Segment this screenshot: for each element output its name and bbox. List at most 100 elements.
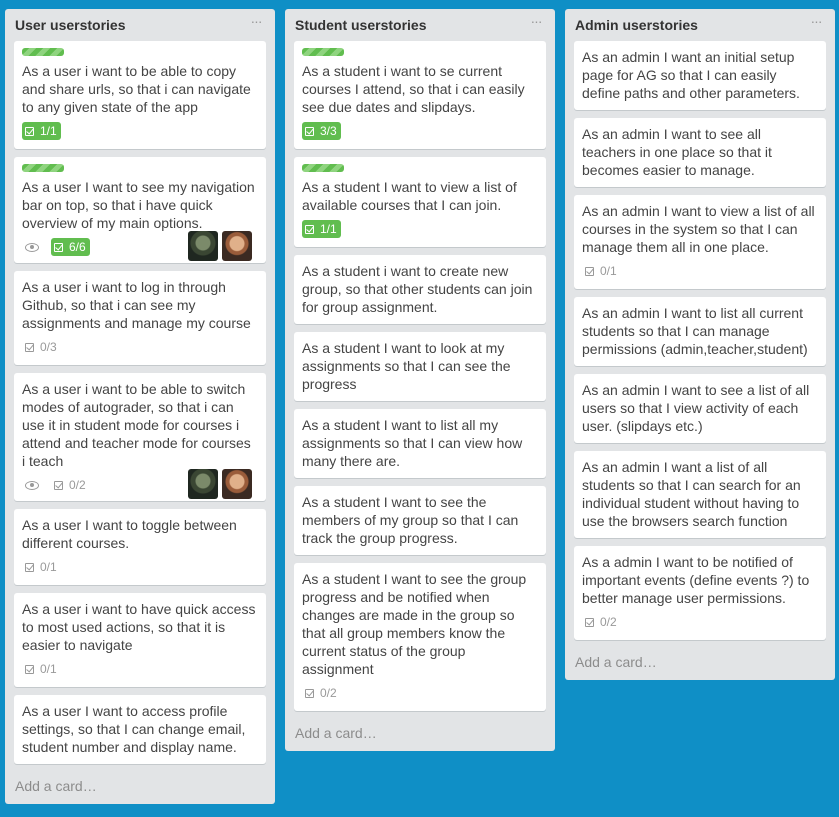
list-title[interactable]: Student userstories: [295, 17, 426, 33]
card[interactable]: As a student I want to list all my assig…: [294, 409, 546, 478]
card-title: As a user I want to access profile setti…: [22, 703, 246, 755]
green-label[interactable]: [22, 48, 64, 56]
green-label[interactable]: [22, 164, 64, 172]
checkbox-icon: [25, 342, 34, 352]
card-title: As a user I want to toggle between diffe…: [22, 517, 237, 551]
card-badges: 0/1: [22, 557, 258, 577]
card[interactable]: As a user i want to be able to copy and …: [14, 41, 266, 149]
member-avatar[interactable]: [222, 469, 252, 499]
list-title[interactable]: Admin userstories: [575, 17, 698, 33]
checklist-badge: 3/3: [302, 122, 341, 140]
card-title: As a user i want to log in through Githu…: [22, 279, 251, 331]
card-title: As a student I want to list all my assig…: [302, 417, 523, 469]
list-header: Student userstories ···: [295, 9, 545, 41]
card-badges: 6/6: [22, 231, 258, 261]
checklist-count: 0/2: [69, 478, 86, 492]
eye-icon: [25, 242, 39, 252]
eye-icon: [25, 480, 39, 490]
card[interactable]: As a user i want to be able to switch mo…: [14, 373, 266, 501]
list-header: User userstories ···: [15, 9, 265, 41]
card-badges: 0/2: [22, 469, 258, 499]
card-badges: 0/1: [22, 659, 258, 679]
checkbox-icon: [25, 562, 34, 572]
card-title: As an admin I want to list all current s…: [582, 305, 808, 357]
checklist-badge: 1/1: [22, 122, 61, 140]
member-avatar[interactable]: [188, 231, 218, 261]
card-title: As an admin I want to see a list of all …: [582, 382, 810, 434]
green-label[interactable]: [302, 48, 344, 56]
checklist-badge: 0/1: [582, 262, 621, 280]
card-title: As a user i want to have quick access to…: [22, 601, 256, 653]
add-card-button[interactable]: Add a card…: [295, 719, 545, 751]
card[interactable]: As a user I want to toggle between diffe…: [14, 509, 266, 585]
card[interactable]: As a user I want to see my navigation ba…: [14, 157, 266, 263]
card[interactable]: As an admin I want to see all teachers i…: [574, 118, 826, 187]
add-card-button[interactable]: Add a card…: [575, 648, 825, 680]
card-title: As an admin I want to see all teachers i…: [582, 126, 772, 178]
list-menu-icon[interactable]: ···: [245, 12, 267, 34]
card-title: As a student I want to view a list of av…: [302, 179, 517, 213]
checklist-count: 0/1: [600, 264, 617, 278]
checklist-badge: 0/1: [22, 558, 61, 576]
checkbox-icon: [585, 266, 594, 276]
checkbox-icon: [585, 617, 594, 627]
card-title: As a user i want to be able to switch mo…: [22, 381, 251, 469]
checkbox-icon: [305, 126, 314, 136]
card[interactable]: As an admin I want a list of all student…: [574, 451, 826, 538]
list-title[interactable]: User userstories: [15, 17, 126, 33]
checklist-count: 0/3: [40, 340, 57, 354]
card[interactable]: As an admin I want to view a list of all…: [574, 195, 826, 289]
card-badges: 0/2: [302, 683, 538, 703]
member-avatar[interactable]: [188, 469, 218, 499]
checkbox-icon: [25, 126, 34, 136]
card-badges: 0/1: [582, 261, 818, 281]
card-title: As a student I want to see the members o…: [302, 494, 519, 546]
checklist-badge: 0/1: [22, 660, 61, 678]
card-badges: 0/3: [22, 337, 258, 357]
card[interactable]: As an admin I want to see a list of all …: [574, 374, 826, 443]
list-menu-icon[interactable]: ···: [805, 12, 827, 34]
card-title: As an admin I want an initial setup page…: [582, 49, 800, 101]
add-card-button[interactable]: Add a card…: [15, 772, 265, 804]
list-menu-icon[interactable]: ···: [525, 12, 547, 34]
checklist-count: 0/1: [40, 662, 57, 676]
card[interactable]: As a student i want to create new group,…: [294, 255, 546, 324]
checklist-badge: 0/2: [302, 684, 341, 702]
card-title: As a user i want to be able to copy and …: [22, 63, 251, 115]
checklist-count: 1/1: [40, 124, 57, 138]
checklist-count: 3/3: [320, 124, 337, 138]
checklist-count: 1/1: [320, 222, 337, 236]
checklist-badge: 0/2: [51, 476, 90, 494]
checklist-badge: 0/3: [22, 338, 61, 356]
card-badges: 3/3: [302, 121, 538, 141]
card-title: As an admin I want a list of all student…: [582, 459, 801, 529]
card[interactable]: As an admin I want to list all current s…: [574, 297, 826, 366]
card-title: As a student I want to look at my assign…: [302, 340, 511, 392]
card[interactable]: As a user i want to log in through Githu…: [14, 271, 266, 365]
list-0: User userstories ··· As a user i want to b…: [5, 9, 275, 804]
checklist-badge: 1/1: [302, 220, 341, 238]
card-members: [188, 469, 252, 499]
checkbox-icon: [305, 688, 314, 698]
card-members: [188, 231, 252, 261]
card[interactable]: As a user i want to have quick access to…: [14, 593, 266, 687]
list-1: Student userstories ··· As a student i wan…: [285, 9, 555, 751]
list-header: Admin userstories ···: [575, 9, 825, 41]
checklist-badge: 0/2: [582, 613, 621, 631]
checkbox-icon: [54, 242, 63, 252]
card-title: As an admin I want to view a list of all…: [582, 203, 815, 255]
card[interactable]: As an admin I want an initial setup page…: [574, 41, 826, 110]
card[interactable]: As a student i want to se current course…: [294, 41, 546, 149]
card-badges: 1/1: [22, 121, 258, 141]
member-avatar[interactable]: [222, 231, 252, 261]
card-badges: 1/1: [302, 219, 538, 239]
card-title: As a user I want to see my navigation ba…: [22, 179, 255, 231]
card[interactable]: As a student I want to see the group pro…: [294, 563, 546, 711]
green-label[interactable]: [302, 164, 344, 172]
card[interactable]: As a student I want to view a list of av…: [294, 157, 546, 247]
card-title: As a student i want to se current course…: [302, 63, 525, 115]
card[interactable]: As a admin I want to be notified of impo…: [574, 546, 826, 640]
card[interactable]: As a user I want to access profile setti…: [14, 695, 266, 764]
card[interactable]: As a student I want to look at my assign…: [294, 332, 546, 401]
card[interactable]: As a student I want to see the members o…: [294, 486, 546, 555]
